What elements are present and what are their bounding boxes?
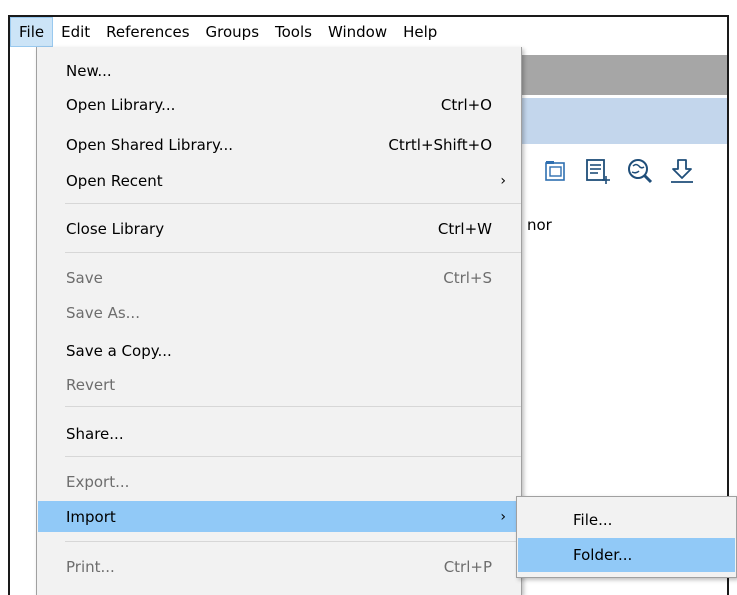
column-header-partial: nor bbox=[527, 216, 552, 234]
submenu-item-folder[interactable]: Folder... bbox=[518, 538, 735, 572]
menu-tools[interactable]: Tools bbox=[267, 17, 320, 47]
shortcut-label: Ctrl+W bbox=[437, 219, 492, 238]
menu-item-open-shared-library[interactable]: Open Shared Library... Ctrtl+Shift+O bbox=[38, 129, 522, 160]
menu-item-import[interactable]: Import › bbox=[38, 501, 522, 532]
menu-item-label: Open Library... bbox=[66, 95, 176, 114]
menu-separator bbox=[65, 456, 521, 457]
toolbar-strip bbox=[520, 98, 727, 144]
menu-item-save-a-copy[interactable]: Save a Copy... bbox=[38, 335, 522, 366]
menu-bar: File Edit References Groups Tools Window… bbox=[10, 17, 727, 47]
menu-item-new[interactable]: New... bbox=[38, 55, 522, 86]
menu-item-save[interactable]: Save Ctrl+S bbox=[38, 262, 522, 293]
menu-separator bbox=[65, 541, 521, 542]
new-group-icon[interactable] bbox=[540, 155, 572, 187]
menu-item-label: Open Shared Library... bbox=[66, 135, 234, 154]
shortcut-label: Ctrl+P bbox=[443, 557, 492, 576]
menu-references[interactable]: References bbox=[98, 17, 197, 47]
menu-item-label: Close Library bbox=[66, 219, 165, 238]
menu-item-label: Print... bbox=[66, 557, 115, 576]
menu-item-label: Import bbox=[66, 507, 116, 526]
online-search-icon[interactable] bbox=[624, 155, 656, 187]
menu-item-open-library[interactable]: Open Library... Ctrl+O bbox=[38, 89, 522, 120]
menu-item-revert[interactable]: Revert bbox=[38, 369, 522, 400]
submenu-item-label: Folder... bbox=[573, 546, 633, 564]
menu-groups[interactable]: Groups bbox=[198, 17, 267, 47]
menu-item-share[interactable]: Share... bbox=[38, 418, 522, 449]
shortcut-label: Ctrl+S bbox=[443, 268, 492, 287]
title-strip bbox=[520, 55, 727, 95]
menu-separator bbox=[65, 203, 521, 204]
menu-item-label: Export... bbox=[66, 472, 130, 491]
new-reference-icon[interactable] bbox=[582, 155, 614, 187]
menu-item-export[interactable]: Export... bbox=[38, 466, 522, 497]
menu-item-label: Revert bbox=[66, 375, 116, 394]
menu-item-open-recent[interactable]: Open Recent › bbox=[38, 165, 522, 196]
chevron-right-icon: › bbox=[500, 172, 506, 189]
menu-item-label: Save As... bbox=[66, 303, 140, 322]
shortcut-label: Ctrtl+Shift+O bbox=[388, 135, 492, 154]
menu-window[interactable]: Window bbox=[320, 17, 395, 47]
menu-item-save-as[interactable]: Save As... bbox=[38, 297, 522, 328]
menu-item-print[interactable]: Print... Ctrl+P bbox=[38, 551, 522, 582]
menu-item-label: Save a Copy... bbox=[66, 341, 172, 360]
file-menu-dropdown: New... Open Library... Ctrl+O Open Share… bbox=[36, 47, 522, 595]
shortcut-label: Ctrl+O bbox=[440, 95, 492, 114]
menu-edit[interactable]: Edit bbox=[53, 17, 98, 47]
menu-help[interactable]: Help bbox=[395, 17, 445, 47]
toolbar bbox=[540, 155, 698, 187]
menu-item-label: Share... bbox=[66, 424, 124, 443]
menu-separator bbox=[65, 252, 521, 253]
import-submenu: File... Folder... bbox=[516, 496, 737, 578]
menu-item-close-library[interactable]: Close Library Ctrl+W bbox=[38, 213, 522, 244]
menu-item-label: Save bbox=[66, 268, 103, 287]
menu-item-label: Open Recent bbox=[66, 171, 163, 190]
menu-item-label: New... bbox=[66, 61, 112, 80]
menu-separator bbox=[65, 406, 521, 407]
chevron-right-icon: › bbox=[500, 508, 506, 525]
download-icon[interactable] bbox=[666, 155, 698, 187]
submenu-item-label: File... bbox=[573, 511, 613, 529]
submenu-item-file[interactable]: File... bbox=[518, 503, 735, 537]
menu-file[interactable]: File bbox=[10, 17, 54, 47]
